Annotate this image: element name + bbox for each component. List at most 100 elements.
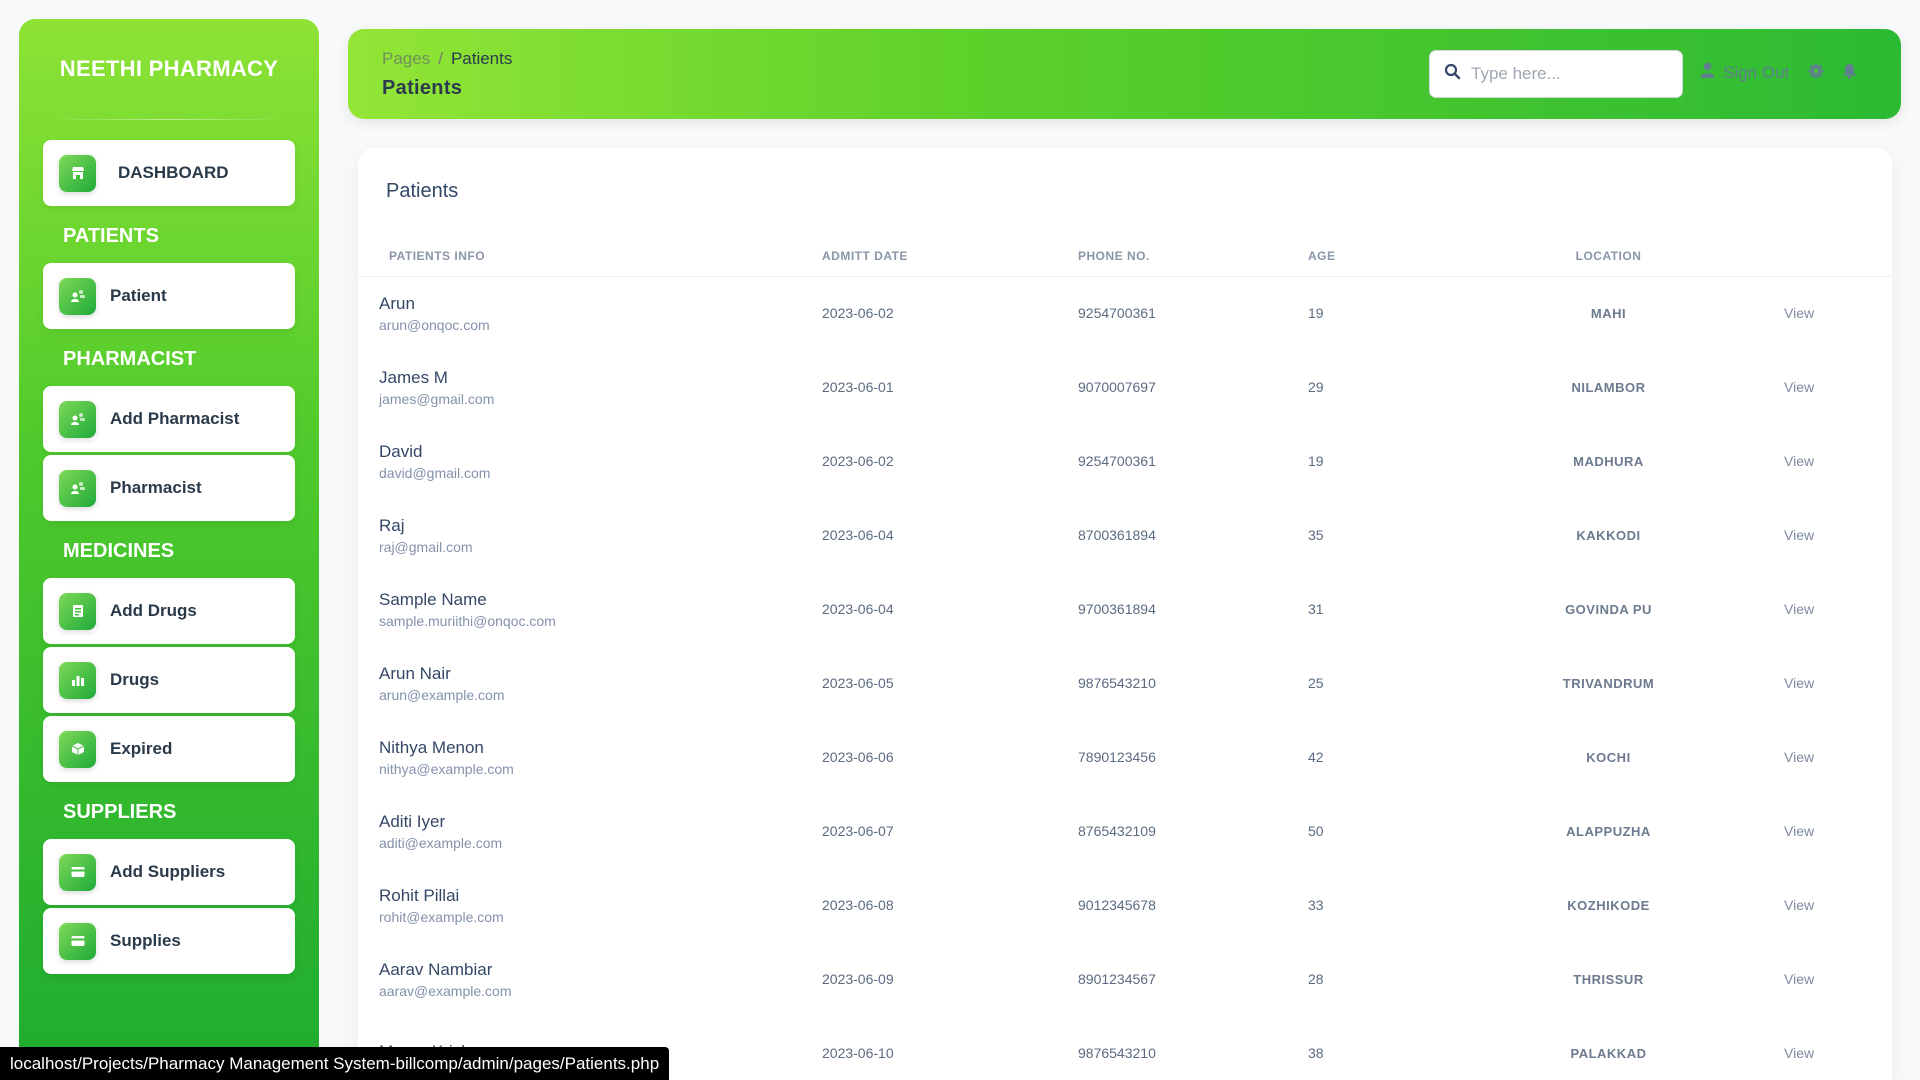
- location-cell: MADHURA: [1573, 453, 1644, 469]
- sidebar: NEETHI PHARMACY DASHBOARD PATIENTS Patie…: [19, 19, 319, 1080]
- admit-date-cell: 2023-06-07: [822, 823, 894, 839]
- table-row: Arun arun@onqoc.com 2023-06-02 925470036…: [358, 276, 1892, 350]
- box-icon: [59, 730, 96, 768]
- view-link[interactable]: View: [1784, 527, 1814, 543]
- patient-name: Nithya Menon: [379, 737, 484, 757]
- view-link[interactable]: View: [1784, 675, 1814, 691]
- view-link[interactable]: View: [1784, 1045, 1814, 1061]
- phone-cell: 7890123456: [1078, 749, 1156, 765]
- brand-title: NEETHI PHARMACY: [59, 56, 279, 81]
- sidebar-item-label: Expired: [110, 739, 173, 758]
- view-link[interactable]: View: [1784, 601, 1814, 617]
- patient-info-cell: Aarav Nambiar aarav@example.com: [358, 942, 822, 1016]
- credit-card-icon: [59, 922, 96, 960]
- age-cell: 28: [1308, 971, 1324, 987]
- sidebar-item-pharmacist[interactable]: Pharmacist: [43, 455, 295, 521]
- top-navbar: Pages / Patients Patients Sign Out: [348, 29, 1901, 119]
- location-cell: NILAMBOR: [1571, 379, 1646, 395]
- sidebar-item-add-drugs[interactable]: Add Drugs: [43, 578, 295, 644]
- view-link[interactable]: View: [1784, 305, 1814, 321]
- patient-info-cell: Rohit Pillai rohit@example.com: [358, 868, 822, 942]
- gear-icon[interactable]: [1808, 63, 1824, 84]
- location-cell: GOVINDA PU: [1565, 601, 1652, 617]
- user-group-icon: [59, 400, 96, 438]
- patient-name: Aarav Nambiar: [379, 959, 493, 979]
- view-link[interactable]: View: [1784, 971, 1814, 987]
- view-link[interactable]: View: [1784, 823, 1814, 839]
- admit-date-cell: 2023-06-04: [822, 601, 894, 617]
- credit-card-icon: [59, 853, 96, 891]
- patient-info-cell: Aditi Iyer aditi@example.com: [358, 794, 822, 868]
- action-cell: View: [1731, 1016, 1892, 1080]
- phone-cell: 9254700361: [1078, 453, 1156, 469]
- admit-date-cell: 2023-06-10: [822, 1045, 894, 1061]
- sidebar-item-add-pharmacist[interactable]: Add Pharmacist: [43, 386, 295, 452]
- age-cell: 42: [1308, 749, 1324, 765]
- age-cell: 29: [1308, 379, 1324, 395]
- view-link[interactable]: View: [1784, 453, 1814, 469]
- patient-email: arun@example.com: [379, 686, 505, 703]
- patient-info-cell: David david@gmail.com: [358, 424, 822, 498]
- user-group-icon: [59, 469, 96, 507]
- action-cell: View: [1731, 424, 1892, 498]
- section-title-pharmacist: PHARMACIST: [63, 347, 197, 370]
- search-input[interactable]: [1471, 64, 1661, 84]
- view-link[interactable]: View: [1784, 897, 1814, 913]
- action-cell: View: [1731, 572, 1892, 646]
- phone-cell: 9254700361: [1078, 305, 1156, 322]
- patient-info-cell: Arun arun@onqoc.com: [358, 276, 822, 350]
- sign-out-label: Sign Out: [1723, 62, 1790, 82]
- patient-email: james@gmail.com: [379, 390, 495, 407]
- table-row: Raj raj@gmail.com 2023-06-04 8700361894 …: [358, 498, 1892, 572]
- section-title-medicines: MEDICINES: [63, 539, 175, 562]
- patient-name: James M: [379, 367, 448, 387]
- sidebar-item-label: Add Drugs: [110, 601, 197, 620]
- patients-card: Patients PATIENTS INFO ADMITT DATE PHONE…: [358, 148, 1892, 1080]
- sidebar-item-drugs[interactable]: Drugs: [43, 647, 295, 713]
- sidebar-item-dashboard[interactable]: DASHBOARD: [43, 140, 295, 206]
- age-cell: 35: [1308, 527, 1324, 543]
- age-cell: 33: [1308, 897, 1324, 913]
- sidebar-item-supplies[interactable]: Supplies: [43, 908, 295, 974]
- column-header-actions: [1731, 236, 1892, 277]
- search-box[interactable]: [1429, 50, 1683, 98]
- patient-name: Arun Nair: [379, 663, 451, 683]
- phone-cell: 8765432109: [1078, 823, 1156, 839]
- table-row: Aarav Nambiar aarav@example.com 2023-06-…: [358, 942, 1892, 1016]
- sidebar-item-expired[interactable]: Expired: [43, 716, 295, 782]
- sidebar-item-add-suppliers[interactable]: Add Suppliers: [43, 839, 295, 905]
- admit-date-cell: 2023-06-08: [822, 897, 894, 913]
- page-title: Patients: [382, 77, 463, 99]
- patient-info-cell: Arun Nair arun@example.com: [358, 646, 822, 720]
- age-cell: 25: [1308, 675, 1324, 691]
- location-cell: KAKKODI: [1576, 527, 1641, 543]
- patient-name: Aditi Iyer: [379, 811, 446, 831]
- sign-out-button[interactable]: Sign Out: [1700, 62, 1789, 83]
- location-cell: KOCHI: [1586, 749, 1631, 765]
- patient-email: rohit@example.com: [379, 908, 504, 925]
- sidebar-item-label: Pharmacist: [110, 478, 202, 497]
- age-cell: 19: [1308, 453, 1324, 469]
- table-row: Arun Nair arun@example.com 2023-06-05 98…: [358, 646, 1892, 720]
- phone-cell: 9876543210: [1078, 1045, 1156, 1061]
- sidebar-item-patient[interactable]: Patient: [43, 263, 295, 329]
- admit-date-cell: 2023-06-06: [822, 749, 894, 765]
- column-header-patients-info: PATIENTS INFO: [358, 236, 822, 277]
- table-row: David david@gmail.com 2023-06-02 9254700…: [358, 424, 1892, 498]
- breadcrumb: Pages / Patients: [382, 49, 512, 69]
- user-group-icon: [59, 277, 96, 315]
- age-cell: 50: [1308, 823, 1324, 839]
- column-header-admit-date: ADMITT DATE: [822, 236, 1078, 277]
- table-row: Nithya Menon nithya@example.com 2023-06-…: [358, 720, 1892, 794]
- document-icon: [59, 592, 96, 630]
- bell-icon[interactable]: [1842, 63, 1857, 84]
- view-link[interactable]: View: [1784, 379, 1814, 395]
- location-cell: KOZHIKODE: [1567, 897, 1650, 913]
- view-link[interactable]: View: [1784, 749, 1814, 765]
- patient-info-cell: Raj raj@gmail.com: [358, 498, 822, 572]
- action-cell: View: [1731, 868, 1892, 942]
- breadcrumb-root[interactable]: Pages: [382, 49, 430, 68]
- sidebar-item-label: DASHBOARD: [118, 163, 229, 182]
- patient-email: raj@gmail.com: [379, 538, 473, 555]
- patient-email: aditi@example.com: [379, 834, 503, 851]
